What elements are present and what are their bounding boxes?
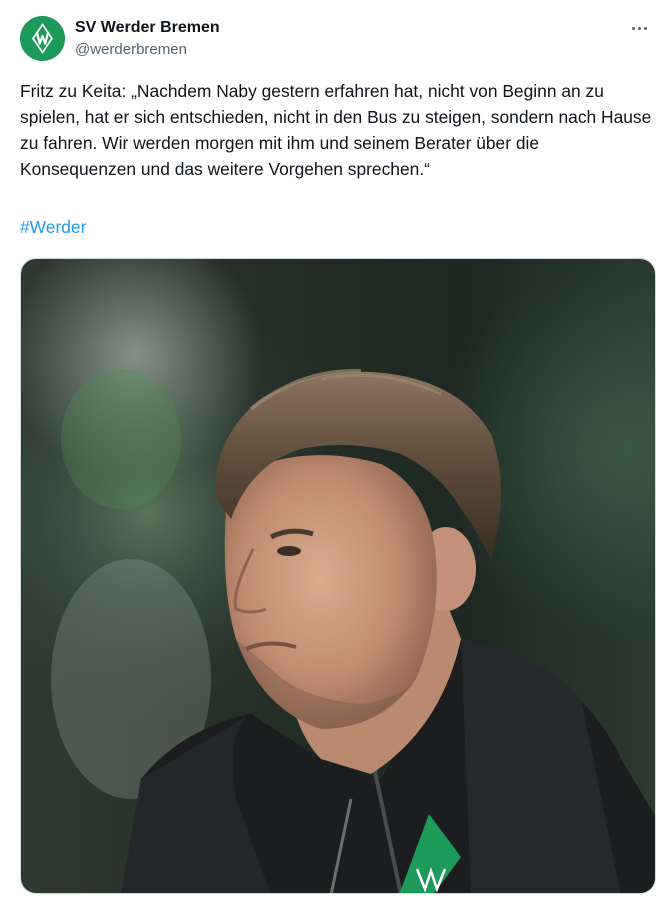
tweet-header: SV Werder Bremen @werderbremen bbox=[20, 16, 653, 62]
more-options-button[interactable] bbox=[625, 16, 653, 40]
tweet-card: SV Werder Bremen @werderbremen Fritz zu … bbox=[0, 0, 669, 907]
werder-logo-icon bbox=[20, 16, 65, 61]
account-names: SV Werder Bremen @werderbremen bbox=[75, 18, 220, 60]
photo-image bbox=[21, 259, 655, 893]
more-horizontal-icon bbox=[631, 26, 635, 30]
display-name[interactable]: SV Werder Bremen bbox=[75, 18, 220, 38]
account-handle[interactable]: @werderbremen bbox=[75, 40, 220, 60]
avatar[interactable] bbox=[20, 16, 65, 61]
tweet-photo[interactable] bbox=[20, 258, 656, 894]
hashtag-link[interactable]: #Werder bbox=[20, 214, 86, 240]
more-dot bbox=[643, 26, 647, 30]
more-dot bbox=[637, 26, 641, 30]
tweet-text: Fritz zu Keita: „Nachdem Naby gestern er… bbox=[20, 81, 657, 179]
